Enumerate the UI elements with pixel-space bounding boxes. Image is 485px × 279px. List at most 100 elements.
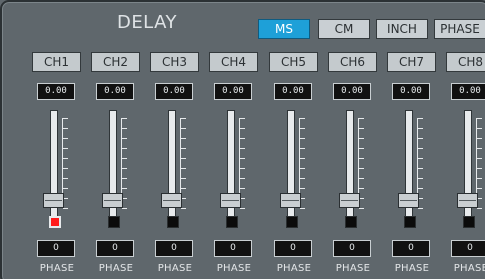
scale-tick (181, 128, 186, 129)
fader-knob-ch8[interactable] (457, 193, 478, 208)
scale-tick (240, 118, 245, 119)
phase-label-ch1: PHASE (39, 263, 75, 274)
phase-value-ch6[interactable]: 0 (333, 240, 371, 257)
scale-tick (359, 178, 364, 179)
phase-indicator-ch5[interactable] (286, 216, 298, 228)
scale-tick (477, 138, 482, 139)
phase-value-ch3[interactable]: 0 (155, 240, 193, 257)
phase-indicator-ch1[interactable] (49, 216, 61, 228)
delay-value-ch7[interactable]: 0.00 (392, 83, 430, 100)
scale-tick (181, 118, 186, 119)
scale-tick (300, 158, 305, 159)
phase-value-ch1[interactable]: 0 (37, 240, 75, 257)
fader-knob-ch1[interactable] (43, 193, 64, 208)
scale-tick (477, 208, 482, 209)
scale-tick (418, 188, 423, 189)
phase-label-ch6: PHASE (335, 263, 371, 274)
scale-tick (63, 158, 68, 159)
delay-value-ch6[interactable]: 0.00 (333, 83, 371, 100)
scale-tick (477, 178, 482, 179)
phase-label-ch5: PHASE (276, 263, 312, 274)
scale-tick (240, 148, 245, 149)
channel-button-ch3[interactable]: CH3 (150, 52, 199, 72)
scale-tick (359, 208, 364, 209)
phase-indicator-ch2[interactable] (108, 216, 120, 228)
channel-button-ch8[interactable]: CH8 (446, 52, 485, 72)
scale-tick (63, 128, 68, 129)
phase-value-ch7[interactable]: 0 (392, 240, 430, 257)
scale-tick (122, 148, 127, 149)
scale-tick (418, 178, 423, 179)
channel-button-ch6[interactable]: CH6 (328, 52, 377, 72)
channel-strip-ch8: CH8 0.00 0 PHASE (443, 0, 485, 279)
channel-strip-ch1: CH1 0.00 0 PHASE (29, 0, 89, 279)
phase-indicator-ch6[interactable] (345, 216, 357, 228)
phase-label-ch2: PHASE (98, 263, 134, 274)
scale-tick (477, 128, 482, 129)
scale-tick (122, 188, 127, 189)
channel-button-ch4[interactable]: CH4 (209, 52, 258, 72)
scale-tick (63, 148, 68, 149)
channel-button-ch1[interactable]: CH1 (32, 52, 81, 72)
phase-indicator-ch4[interactable] (226, 216, 238, 228)
phase-indicator-ch8[interactable] (463, 216, 475, 228)
scale-tick (418, 168, 423, 169)
channel-button-ch2[interactable]: CH2 (91, 52, 140, 72)
delay-value-ch5[interactable]: 0.00 (274, 83, 312, 100)
delay-value-ch2[interactable]: 0.00 (96, 83, 134, 100)
scale-tick (300, 168, 305, 169)
phase-value-ch5[interactable]: 0 (274, 240, 312, 257)
scale-tick (359, 188, 364, 189)
scale-tick (477, 158, 482, 159)
scale-tick (240, 168, 245, 169)
scale-tick (240, 138, 245, 139)
scale-tick (240, 128, 245, 129)
phase-label-ch3: PHASE (157, 263, 193, 274)
scale-tick (359, 128, 364, 129)
phase-indicator-ch7[interactable] (404, 216, 416, 228)
scale-tick (359, 168, 364, 169)
phase-label-ch4: PHASE (216, 263, 252, 274)
scale-tick (122, 208, 127, 209)
phase-value-ch2[interactable]: 0 (96, 240, 134, 257)
channel-strip-ch6: CH6 0.00 0 PHASE (325, 0, 385, 279)
fader-knob-ch5[interactable] (280, 193, 301, 208)
delay-value-ch8[interactable]: 0.00 (451, 83, 485, 100)
scale-tick (122, 178, 127, 179)
scale-tick (477, 148, 482, 149)
delay-value-ch4[interactable]: 0.00 (214, 83, 252, 100)
scale-tick (240, 208, 245, 209)
scale-tick (418, 158, 423, 159)
scale-tick (300, 188, 305, 189)
scale-tick (300, 138, 305, 139)
scale-tick (63, 138, 68, 139)
scale-tick (300, 128, 305, 129)
delay-panel: DELAY MS CM INCH PHASE CH1 0.00 0 PHASE CH2 0… (0, 0, 485, 279)
scale-tick (181, 158, 186, 159)
fader-knob-ch4[interactable] (220, 193, 241, 208)
phase-indicator-ch3[interactable] (167, 216, 179, 228)
scale-tick (181, 208, 186, 209)
delay-value-ch3[interactable]: 0.00 (155, 83, 193, 100)
scale-tick (359, 138, 364, 139)
fader-knob-ch6[interactable] (339, 193, 360, 208)
scale-tick (122, 158, 127, 159)
channel-button-ch7[interactable]: CH7 (387, 52, 436, 72)
scale-tick (122, 138, 127, 139)
delay-value-ch1[interactable]: 0.00 (37, 83, 75, 100)
phase-value-ch4[interactable]: 0 (214, 240, 252, 257)
fader-knob-ch7[interactable] (398, 193, 419, 208)
phase-value-ch8[interactable]: 0 (451, 240, 485, 257)
scale-tick (122, 128, 127, 129)
channel-button-ch5[interactable]: CH5 (269, 52, 318, 72)
scale-tick (418, 118, 423, 119)
scale-tick (359, 148, 364, 149)
scale-tick (122, 118, 127, 119)
scale-tick (63, 208, 68, 209)
fader-knob-ch3[interactable] (161, 193, 182, 208)
scale-tick (418, 138, 423, 139)
fader-knob-ch2[interactable] (102, 193, 123, 208)
scale-tick (63, 168, 68, 169)
channel-strip-ch7: CH7 0.00 0 PHASE (384, 0, 444, 279)
scale-tick (477, 188, 482, 189)
